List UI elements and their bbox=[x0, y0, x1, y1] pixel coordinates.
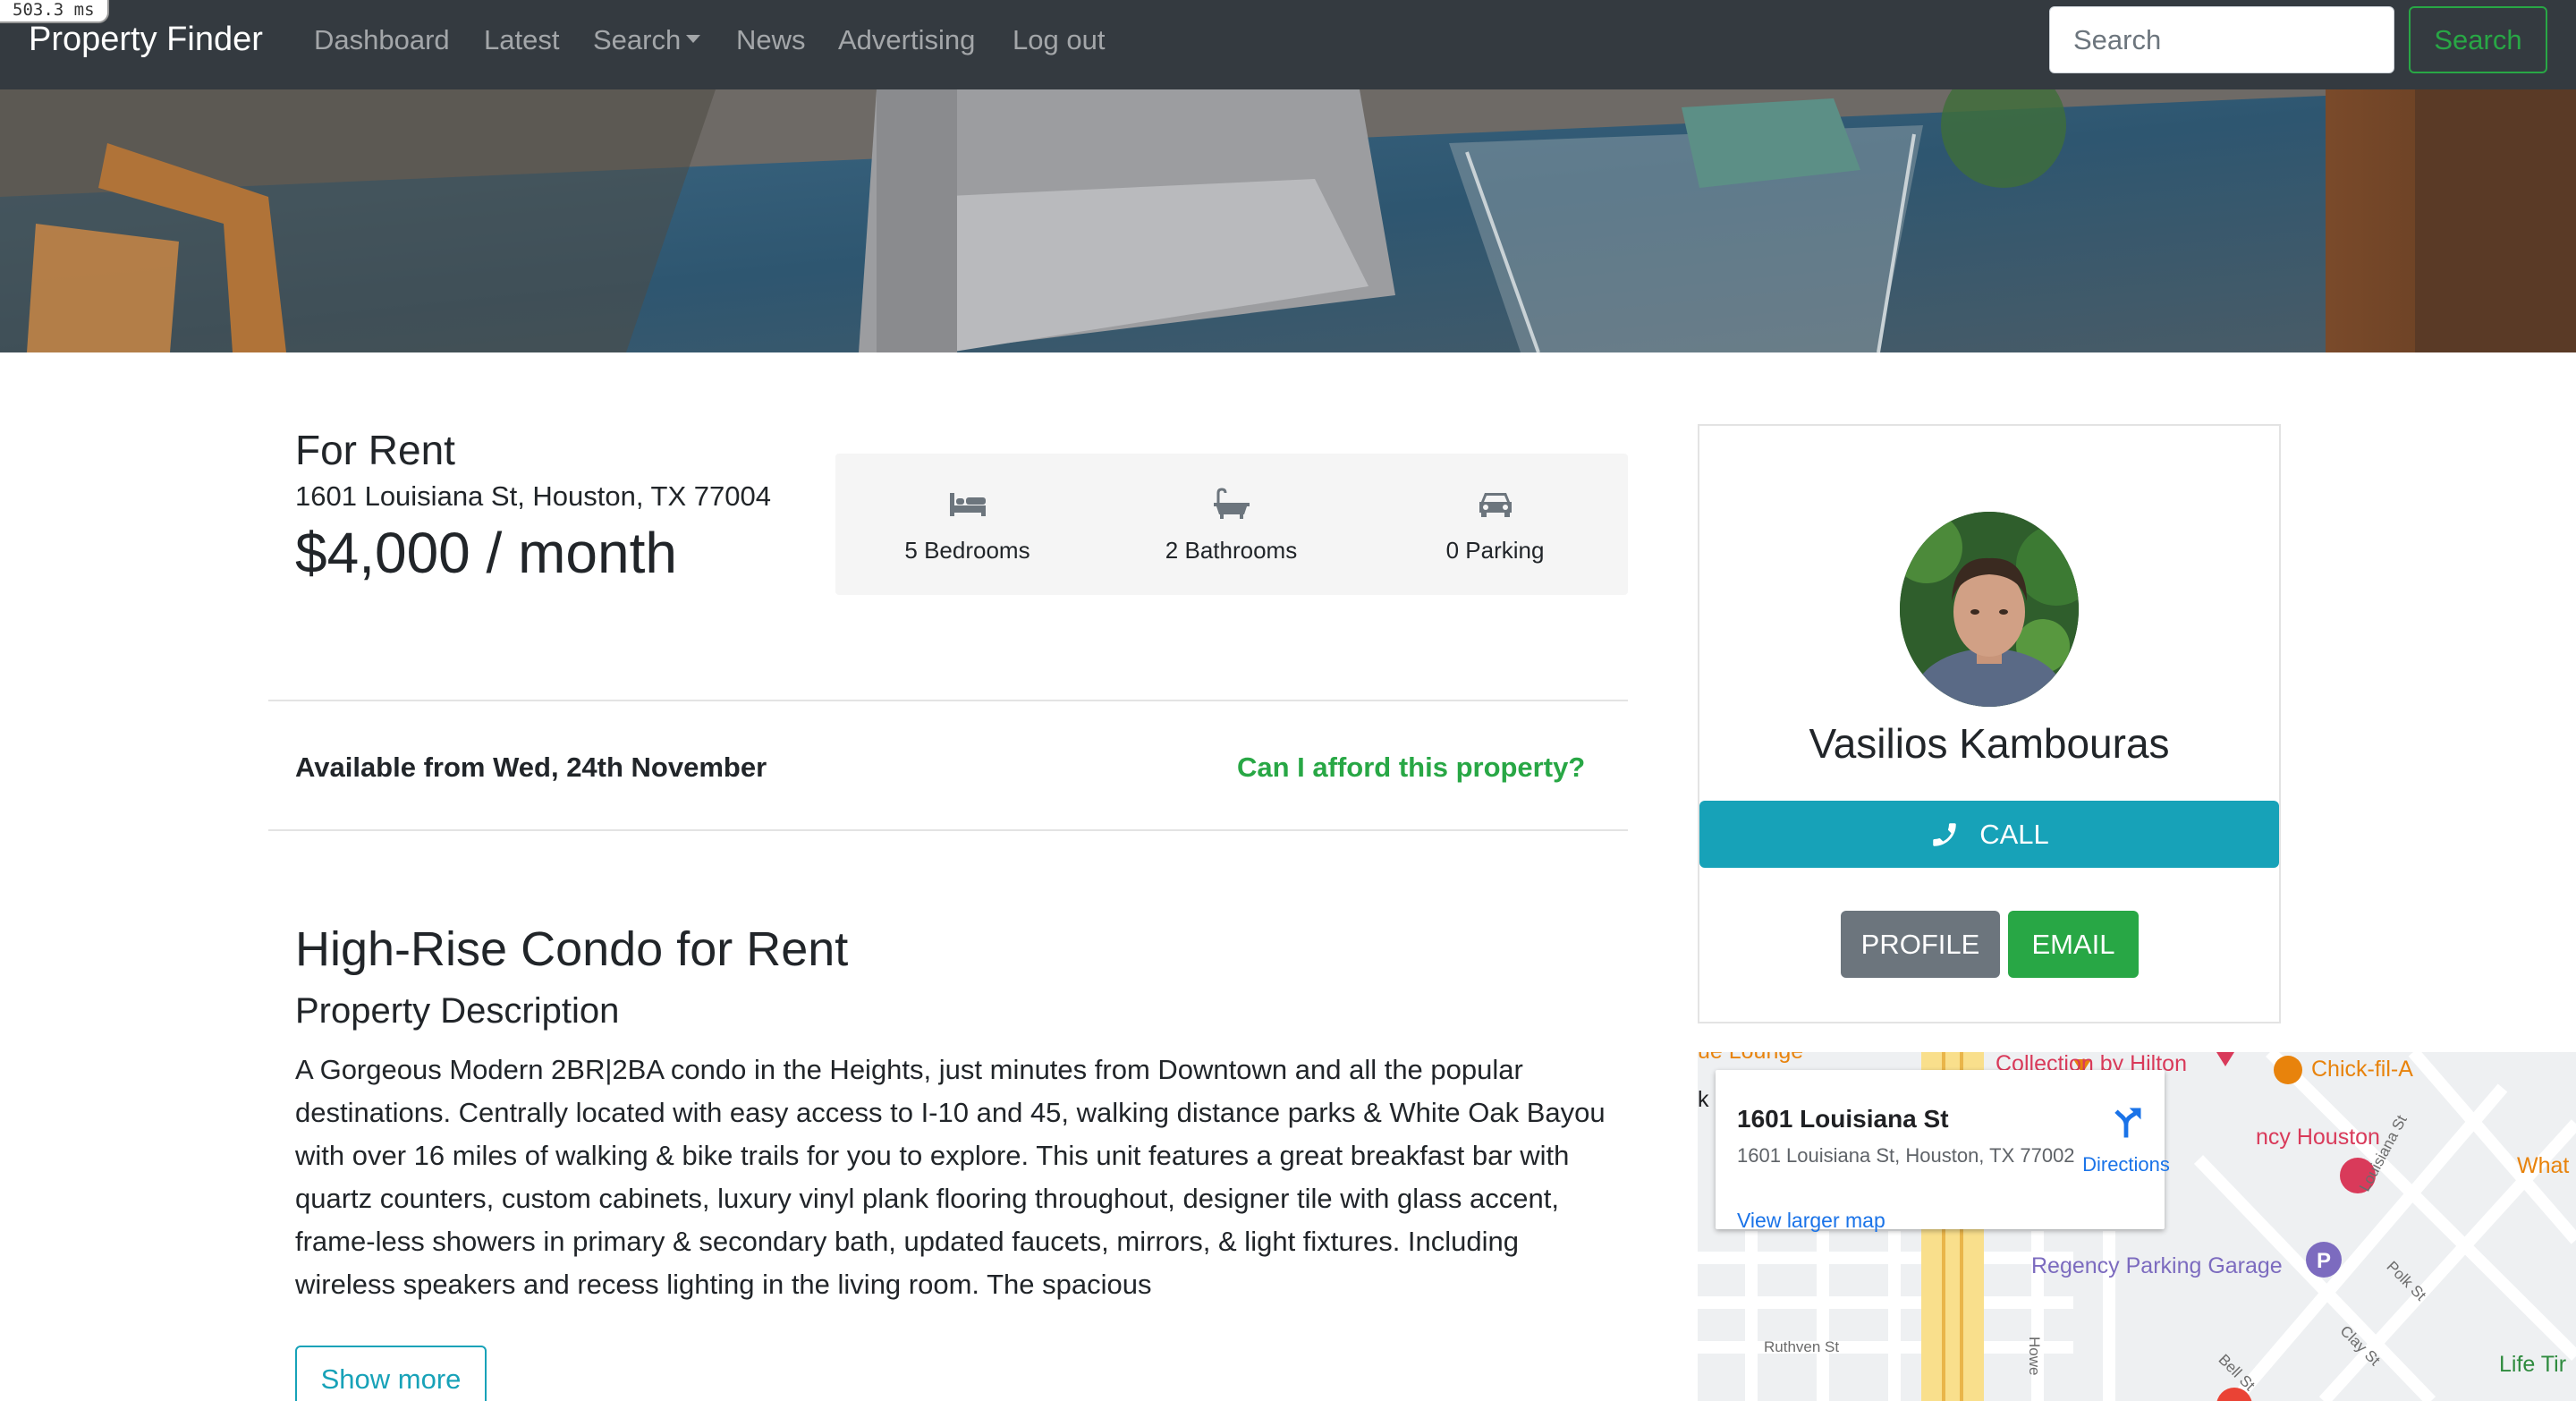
living-room-photo bbox=[0, 89, 2576, 352]
directions-icon[interactable] bbox=[2106, 1103, 2146, 1142]
nav-latest[interactable]: Latest bbox=[484, 23, 559, 57]
map-street-howe: Howe bbox=[2026, 1337, 2043, 1376]
hero-image bbox=[0, 89, 2576, 352]
profile-button[interactable]: PROFILE bbox=[1841, 911, 2000, 978]
features-box: 5 Bedrooms 2 Bathrooms 0 Parking bbox=[835, 454, 1628, 595]
map-poi-lounge[interactable]: ue Lounge bbox=[1698, 1052, 1803, 1065]
call-label: CALL bbox=[1979, 818, 2049, 850]
brand-logo[interactable]: Property Finder bbox=[29, 20, 263, 59]
map-info-card: 1601 Louisiana St 1601 Louisiana St, Hou… bbox=[1716, 1070, 2170, 1232]
map-street-ruthven: Ruthven St bbox=[1764, 1338, 1840, 1355]
map-poi-chick-fil-a[interactable]: Chick-fil-A bbox=[2311, 1056, 2413, 1083]
nav-logout[interactable]: Log out bbox=[1013, 23, 1105, 57]
chevron-down-icon bbox=[686, 35, 701, 44]
map-card-address: 1601 Louisiana St, Houston, TX 77002 bbox=[1737, 1144, 2075, 1167]
call-button[interactable]: CALL bbox=[1699, 801, 2279, 868]
svg-text:P: P bbox=[2317, 1249, 2331, 1273]
bath-icon bbox=[1213, 488, 1250, 519]
map-poi-what[interactable]: What bbox=[2517, 1152, 2569, 1179]
email-button[interactable]: EMAIL bbox=[2008, 911, 2139, 978]
embedded-map[interactable]: P Collection by Hilton Chick-fil-A ncy H… bbox=[1698, 1052, 2576, 1401]
feature-bedrooms: 5 Bedrooms bbox=[835, 454, 1099, 595]
availability-date: Available from Wed, 24th November bbox=[295, 751, 767, 783]
view-larger-map-link[interactable]: View larger map bbox=[1737, 1208, 1885, 1233]
feature-parking-label: 0 Parking bbox=[1445, 537, 1545, 564]
description-heading: Property Description bbox=[295, 991, 620, 1031]
description-text: A Gorgeous Modern 2BR|2BA condo in the H… bbox=[295, 1054, 1606, 1300]
listing-title: High-Rise Condo for Rent bbox=[295, 922, 849, 976]
nav-dashboard[interactable]: Dashboard bbox=[314, 23, 450, 57]
car-icon bbox=[1479, 493, 1512, 517]
agent-photo bbox=[1900, 512, 2079, 707]
bed-icon bbox=[949, 493, 986, 516]
nav-search-dropdown[interactable]: Search bbox=[593, 23, 701, 57]
divider-top bbox=[268, 700, 1628, 701]
nav-search-label: Search bbox=[593, 24, 682, 55]
nav-advertising[interactable]: Advertising bbox=[838, 23, 975, 57]
show-more-button[interactable]: Show more bbox=[295, 1346, 487, 1401]
feature-bedrooms-label: 5 Bedrooms bbox=[904, 537, 1030, 564]
listing-address: 1601 Louisiana St, Houston, TX 77004 bbox=[295, 480, 771, 512]
map-poi-regency-houston[interactable]: ncy Houston bbox=[2256, 1124, 2380, 1151]
feature-parking: 0 Parking bbox=[1363, 454, 1627, 595]
listing-price: $4,000 / month bbox=[295, 521, 677, 585]
divider-bottom bbox=[268, 829, 1628, 831]
directions-link[interactable]: Directions bbox=[2051, 1152, 2201, 1177]
top-navbar: Property Finder Dashboard Latest Search … bbox=[0, 0, 2576, 89]
timing-badge: 503.3 ms bbox=[0, 0, 109, 23]
feature-bathrooms: 2 Bathrooms bbox=[1099, 454, 1363, 595]
map-poi-regency-parking[interactable]: Regency Parking Garage bbox=[2031, 1252, 2283, 1279]
map-card-title: 1601 Louisiana St bbox=[1737, 1105, 1949, 1133]
feature-bathrooms-label: 2 Bathrooms bbox=[1165, 537, 1298, 564]
afford-link[interactable]: Can I afford this property? bbox=[1237, 750, 1585, 785]
agent-name: Vasilios Kambouras bbox=[1809, 720, 2170, 767]
nav-news[interactable]: News bbox=[736, 23, 806, 57]
avatar bbox=[1900, 512, 2079, 707]
map-poi-k: k bbox=[1698, 1087, 1709, 1112]
listing-type: For Rent bbox=[295, 427, 455, 473]
map-poi-life-time[interactable]: Life Tir bbox=[2499, 1351, 2566, 1378]
search-button[interactable]: Search bbox=[2409, 6, 2547, 73]
search-input[interactable] bbox=[2049, 6, 2394, 73]
phone-icon bbox=[1933, 822, 1956, 846]
